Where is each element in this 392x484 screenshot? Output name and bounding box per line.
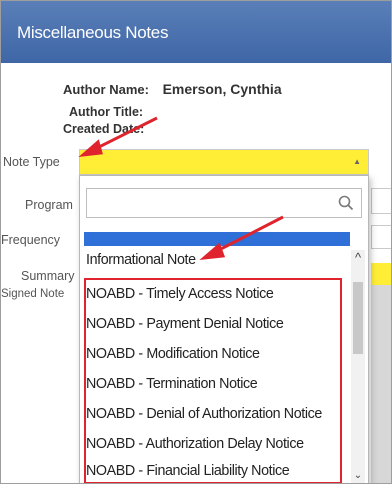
author-name-value: Emerson, Cynthia xyxy=(162,81,282,97)
note-type-dropdown: Informational Note NOABD - Timely Access… xyxy=(79,175,369,483)
miscellaneous-notes-window: Miscellaneous Notes Author Name: Emerson… xyxy=(0,0,392,484)
annotation-highlight-box xyxy=(84,278,342,483)
frequency-label: Frequency xyxy=(1,233,61,247)
scroll-down-icon[interactable]: ⌄ xyxy=(351,468,365,483)
option-informational-note[interactable]: Informational Note xyxy=(86,246,346,274)
title-bar: Miscellaneous Notes xyxy=(1,1,391,63)
summary-input[interactable] xyxy=(371,263,391,285)
highlighted-option[interactable] xyxy=(84,232,350,246)
created-date-label: Created Date: xyxy=(63,122,145,136)
note-type-select[interactable]: ▲ xyxy=(79,149,369,175)
dropdown-search-input[interactable] xyxy=(86,188,362,218)
signed-note-area xyxy=(371,285,391,483)
scroll-up-icon[interactable]: ^ xyxy=(351,250,365,266)
summary-label: Summary xyxy=(21,269,75,283)
frequency-input[interactable] xyxy=(371,225,391,249)
window-title: Miscellaneous Notes xyxy=(17,23,169,42)
dropdown-caret-icon: ▲ xyxy=(353,157,361,166)
program-input[interactable] xyxy=(371,188,391,214)
author-title-label: Author Title: xyxy=(69,105,144,119)
author-name-row: Author Name: Emerson, Cynthia xyxy=(63,81,282,97)
program-label: Program xyxy=(25,198,73,212)
signed-note-label: Signed Note xyxy=(1,288,65,300)
search-icon xyxy=(338,195,354,211)
note-type-label: Note Type xyxy=(3,155,60,169)
author-name-label: Author Name: xyxy=(63,82,149,97)
scroll-thumb[interactable] xyxy=(353,282,363,354)
